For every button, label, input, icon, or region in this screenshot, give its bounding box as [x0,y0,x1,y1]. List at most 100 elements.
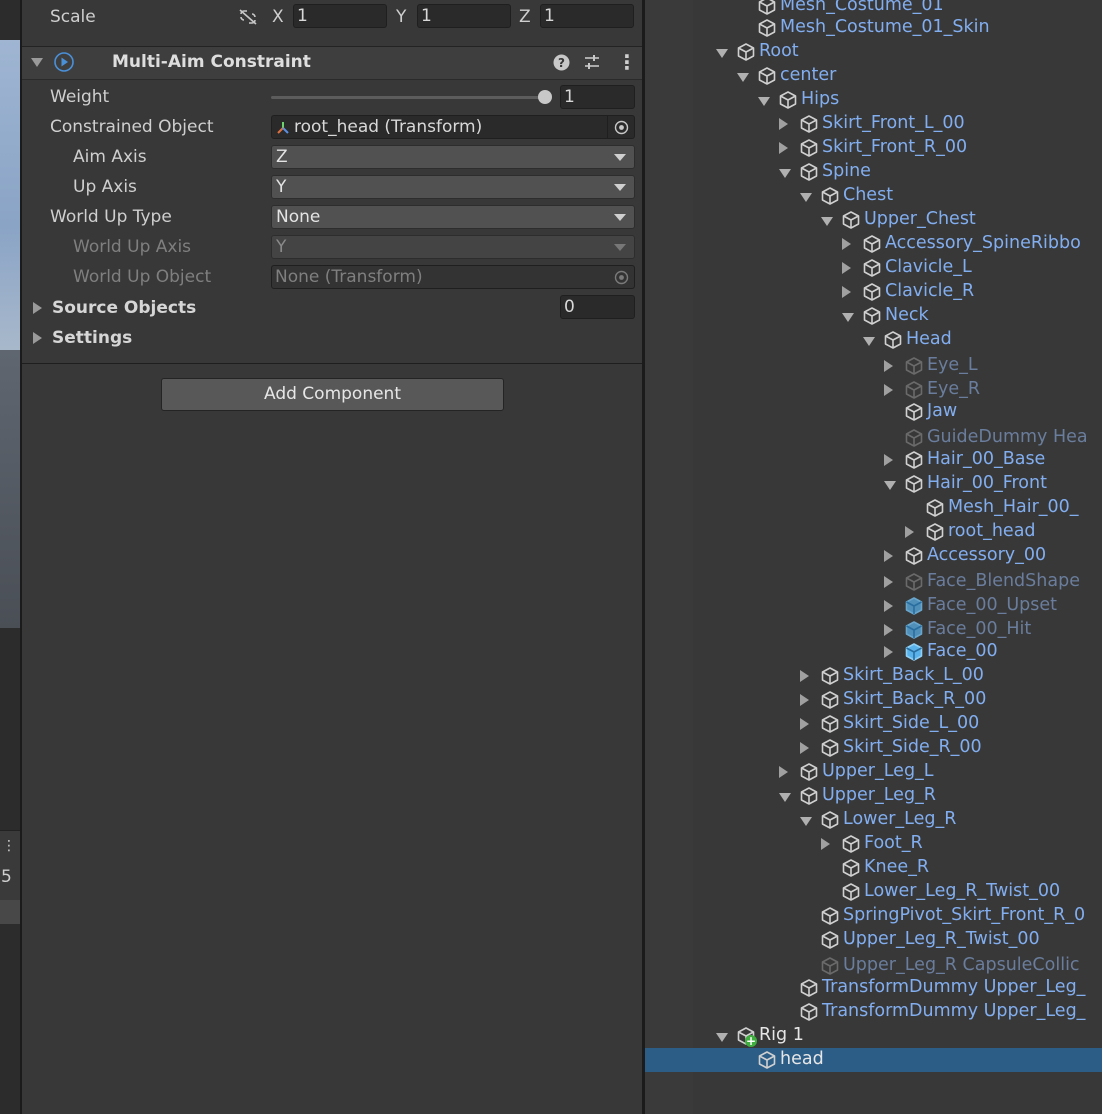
settings-label[interactable]: Settings [52,328,132,348]
hierarchy-row[interactable]: Mesh_Hair_00_ [645,496,1102,520]
hierarchy-row[interactable]: Upper_Leg_R CapsuleCollic [645,954,1102,978]
expand-arrow-open-icon[interactable] [737,73,749,82]
expand-arrow-closed-icon[interactable] [884,646,893,658]
add-component-button[interactable]: Add Component [161,378,504,411]
source-objects-label[interactable]: Source Objects [52,298,196,318]
expand-arrow-closed-icon[interactable] [884,384,893,396]
expand-arrow-closed-icon[interactable] [842,286,851,298]
hierarchy-row[interactable]: SpringPivot_Skirt_Front_R_0 [645,904,1102,928]
hierarchy-row[interactable]: Head [645,328,1102,352]
expand-arrow-open-icon[interactable] [779,793,791,802]
expand-arrow-open-icon[interactable] [716,1033,728,1042]
settings-fold-icon[interactable] [33,332,42,344]
hierarchy-row[interactable]: Skirt_Side_R_00 [645,736,1102,760]
expand-arrow-closed-icon[interactable] [821,838,830,850]
expand-arrow-open-icon[interactable] [884,481,896,490]
hierarchy-row[interactable]: Lower_Leg_R_Twist_00 [645,880,1102,904]
hierarchy-row[interactable]: Skirt_Front_R_00 [645,136,1102,160]
kebab-menu-icon[interactable]: ⋮ [2,838,16,854]
hierarchy-row[interactable]: Hair_00_Base [645,448,1102,472]
hierarchy-row[interactable]: Eye_R [645,378,1102,402]
hierarchy-row[interactable]: Upper_Leg_R [645,784,1102,808]
hierarchy-row[interactable]: Spine [645,160,1102,184]
expand-arrow-closed-icon[interactable] [884,454,893,466]
scale-z-field[interactable]: 1 [540,4,634,28]
hierarchy-row[interactable]: Skirt_Back_R_00 [645,688,1102,712]
hierarchy-row[interactable]: Face_00 [645,640,1102,664]
hierarchy-row[interactable]: Foot_R [645,832,1102,856]
world-up-type-dropdown[interactable]: None [271,205,635,229]
expand-arrow-closed-icon[interactable] [800,718,809,730]
hierarchy-row[interactable]: Upper_Leg_L [645,760,1102,784]
hierarchy-row[interactable]: Eye_L [645,354,1102,378]
scale-x-field[interactable]: 1 [293,4,387,28]
expand-arrow-open-icon[interactable] [863,337,875,346]
expand-arrow-closed-icon[interactable] [884,360,893,372]
scene-partial-field[interactable] [0,900,20,924]
hierarchy-row[interactable]: root_head [645,520,1102,544]
hierarchy-row[interactable]: Face_BlendShape [645,570,1102,594]
hierarchy-row[interactable]: Chest [645,184,1102,208]
hierarchy-row[interactable]: Clavicle_R [645,280,1102,304]
hierarchy-row[interactable]: Knee_R [645,856,1102,880]
hierarchy-row[interactable]: Hips [645,88,1102,112]
aim-axis-dropdown[interactable]: Z [271,145,635,169]
hierarchy-row[interactable]: Skirt_Back_L_00 [645,664,1102,688]
expand-arrow-closed-icon[interactable] [884,576,893,588]
expand-arrow-closed-icon[interactable] [779,766,788,778]
expand-arrow-open-icon[interactable] [800,193,812,202]
hierarchy-row[interactable]: Clavicle_L [645,256,1102,280]
hierarchy-row[interactable]: Neck [645,304,1102,328]
help-icon[interactable]: ? [553,54,570,71]
expand-arrow-closed-icon[interactable] [905,526,914,538]
constrained-object-field[interactable]: root_head (Transform) [271,115,635,139]
hierarchy-row[interactable]: Upper_Chest [645,208,1102,232]
hierarchy-row[interactable]: Lower_Leg_R [645,808,1102,832]
expand-arrow-closed-icon[interactable] [800,742,809,754]
hierarchy-row[interactable]: Mesh_Costume_01_Skin [645,16,1102,40]
hierarchy-row[interactable]: head [645,1048,1102,1072]
weight-field[interactable]: 1 [560,85,635,109]
expand-arrow-closed-icon[interactable] [800,694,809,706]
hierarchy-row[interactable]: Skirt_Side_L_00 [645,712,1102,736]
hierarchy-row[interactable]: TransformDummy Upper_Leg_ [645,1000,1102,1024]
expand-arrow-open-icon[interactable] [779,169,791,178]
weight-slider-handle[interactable] [538,90,552,104]
component-fold-icon[interactable] [31,58,43,67]
hierarchy-row[interactable]: Face_00_Hit [645,618,1102,642]
source-objects-count-field[interactable]: 0 [560,295,635,319]
scale-y-field[interactable]: 1 [417,4,511,28]
hierarchy-row[interactable]: Face_00_Upset [645,594,1102,618]
expand-arrow-open-icon[interactable] [800,817,812,826]
expand-arrow-closed-icon[interactable] [800,670,809,682]
expand-arrow-closed-icon[interactable] [842,238,851,250]
hierarchy-row[interactable]: Upper_Leg_R_Twist_00 [645,928,1102,952]
up-axis-dropdown[interactable]: Y [271,175,635,199]
weight-slider-track[interactable] [271,96,544,99]
expand-arrow-closed-icon[interactable] [842,262,851,274]
expand-arrow-open-icon[interactable] [716,49,728,58]
hierarchy-row[interactable]: Accessory_SpineRibbo [645,232,1102,256]
expand-arrow-closed-icon[interactable] [884,600,893,612]
expand-arrow-closed-icon[interactable] [779,118,788,130]
scene-view-strip[interactable]: ⋮ 5 [0,0,20,1114]
hierarchy-row[interactable]: TransformDummy Upper_Leg_ [645,976,1102,1000]
hierarchy-row[interactable]: Hair_00_Front [645,472,1102,496]
hierarchy-row[interactable]: GuideDummy Hea [645,426,1102,450]
source-objects-fold-icon[interactable] [33,302,42,314]
hierarchy-row[interactable]: Skirt_Front_L_00 [645,112,1102,136]
expand-arrow-closed-icon[interactable] [884,550,893,562]
expand-arrow-closed-icon[interactable] [884,624,893,636]
constrain-proportions-icon[interactable] [238,8,258,26]
object-picker-icon[interactable] [614,120,629,135]
hierarchy-row[interactable]: center [645,64,1102,88]
expand-arrow-open-icon[interactable] [758,97,770,106]
hierarchy-row[interactable]: Jaw [645,400,1102,424]
kebab-menu-icon[interactable]: ⋮ [617,50,637,74]
hierarchy-row[interactable]: + Rig 1 [645,1024,1102,1048]
expand-arrow-open-icon[interactable] [842,313,854,322]
expand-arrow-open-icon[interactable] [821,217,833,226]
hierarchy-row[interactable]: Accessory_00 [645,544,1102,568]
expand-arrow-closed-icon[interactable] [779,142,788,154]
sliders-icon[interactable] [583,54,601,71]
